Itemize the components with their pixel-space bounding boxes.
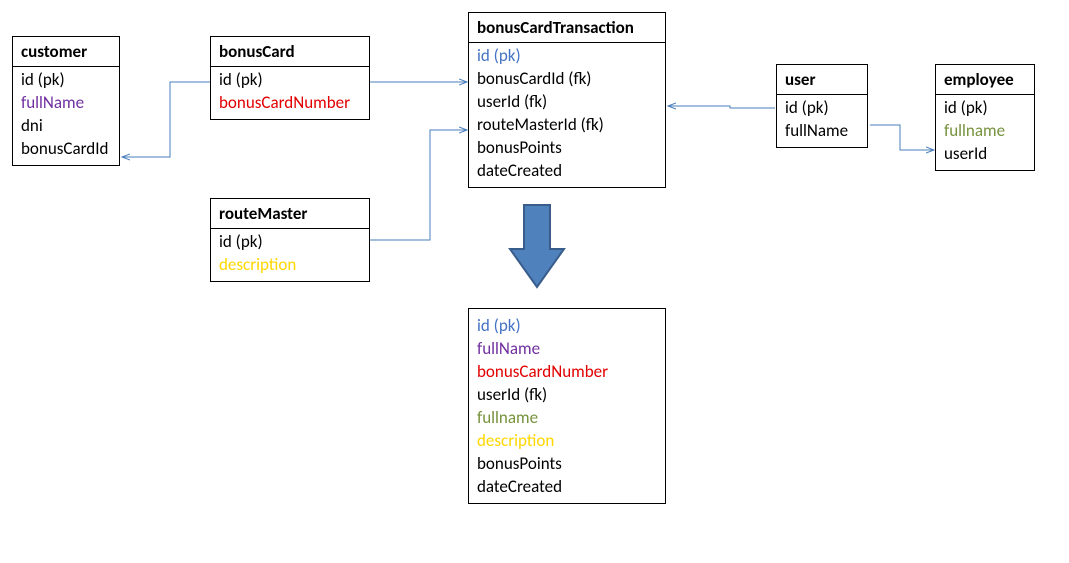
field: id (pk) [785, 97, 859, 120]
entity-routemaster: routeMaster id (pk)description [210, 198, 370, 282]
field: description [477, 430, 657, 453]
field: fullName [785, 120, 859, 143]
entity-bonuscardtransaction: bonusCardTransaction id (pk)bonusCardId … [468, 12, 666, 188]
field: dni [21, 115, 111, 138]
entity-result-body: id (pk)fullNamebonusCardNumberuserId (fk… [469, 309, 665, 503]
field: userId [944, 143, 1026, 166]
entity-bonuscardtransaction-body: id (pk)bonusCardId (fk)userId (fk)routeM… [469, 43, 665, 187]
entity-employee-title: employee [936, 65, 1034, 95]
field: bonusCardId [21, 138, 111, 161]
entity-routemaster-body: id (pk)description [211, 229, 369, 281]
field: routeMasterId (fk) [477, 114, 657, 137]
entity-user: user id (pk)fullName [776, 64, 868, 148]
entity-result: id (pk)fullNamebonusCardNumberuserId (fk… [468, 308, 666, 504]
field: fullName [477, 338, 657, 361]
entity-employee-body: id (pk)fullnameuserId [936, 95, 1034, 170]
field: fullname [944, 120, 1026, 143]
field: id (pk) [219, 69, 361, 92]
big-down-arrow-icon [506, 201, 568, 293]
entity-bonuscard-body: id (pk)bonusCardNumber [211, 67, 369, 119]
field: dateCreated [477, 160, 657, 183]
entity-customer-title: customer [13, 37, 119, 67]
field: userId (fk) [477, 91, 657, 114]
entity-bonuscard-title: bonusCard [211, 37, 369, 67]
field: id (pk) [477, 45, 657, 68]
field: bonusCardNumber [477, 361, 657, 384]
field: fullName [21, 92, 111, 115]
field: id (pk) [944, 97, 1026, 120]
field: fullname [477, 407, 657, 430]
field: bonusPoints [477, 137, 657, 160]
entity-bonuscard: bonusCard id (pk)bonusCardNumber [210, 36, 370, 120]
field: id (pk) [219, 231, 361, 254]
entity-employee: employee id (pk)fullnameuserId [935, 64, 1035, 171]
field: bonusCardId (fk) [477, 68, 657, 91]
entity-customer-body: id (pk)fullNamednibonusCardId [13, 67, 119, 165]
entity-bonuscardtransaction-title: bonusCardTransaction [469, 13, 665, 43]
field: description [219, 254, 361, 277]
entity-user-title: user [777, 65, 867, 95]
field: bonusCardNumber [219, 92, 361, 115]
entity-customer: customer id (pk)fullNamednibonusCardId [12, 36, 120, 166]
field: userId (fk) [477, 384, 657, 407]
field: bonusPoints [477, 453, 657, 476]
field: dateCreated [477, 476, 657, 499]
entity-routemaster-title: routeMaster [211, 199, 369, 229]
field: id (pk) [477, 315, 657, 338]
field: id (pk) [21, 69, 111, 92]
entity-user-body: id (pk)fullName [777, 95, 867, 147]
